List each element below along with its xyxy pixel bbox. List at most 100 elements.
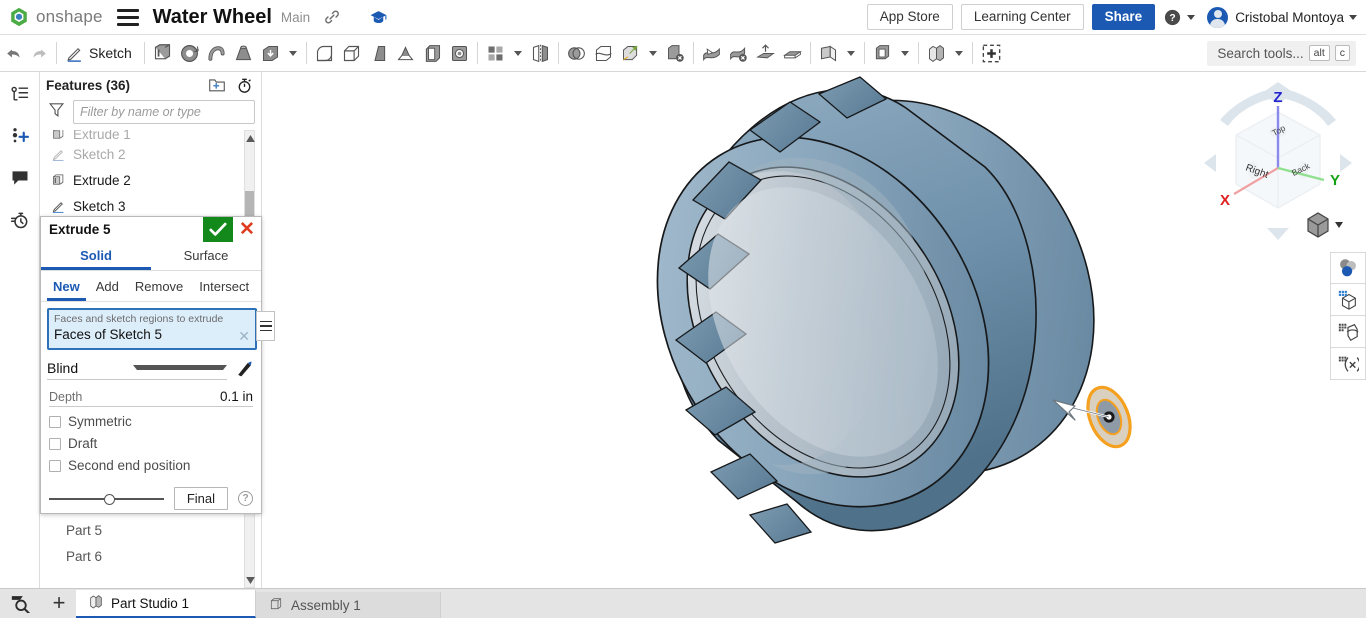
share-button[interactable]: Share [1091, 4, 1156, 30]
feature-list-icon[interactable] [7, 82, 33, 106]
display-state-cube-icon[interactable] [1330, 284, 1366, 316]
checkbox-box [49, 459, 61, 472]
history-icon[interactable] [7, 208, 33, 232]
stopwatch-icon[interactable] [236, 77, 253, 94]
add-tab-button[interactable]: + [42, 588, 76, 618]
tab-solid[interactable]: Solid [41, 242, 151, 270]
draft-checkbox[interactable]: Draft [41, 429, 261, 451]
tree-item-extrude-2[interactable]: Extrude 2 [40, 167, 261, 193]
tab-bar: + Part Studio 1 Assembly 1 [0, 588, 1366, 618]
appearance-spheres-icon[interactable] [1330, 252, 1366, 284]
tab-assembly-1[interactable]: Assembly 1 [256, 592, 441, 618]
insert-reference-icon[interactable] [977, 38, 1006, 68]
selection-list-menu-button[interactable] [256, 311, 275, 341]
revolve-icon[interactable] [176, 38, 203, 68]
op-new[interactable]: New [47, 275, 86, 301]
delete-part-icon[interactable] [662, 38, 689, 68]
tab-search-icon[interactable] [0, 588, 42, 618]
chevron-down-icon[interactable] [284, 50, 302, 56]
end-condition-select[interactable]: Blind [47, 356, 227, 380]
app-store-button[interactable]: App Store [866, 4, 953, 30]
split-icon[interactable] [590, 38, 617, 68]
op-add[interactable]: Add [90, 275, 125, 301]
tree-item-extrude-1[interactable]: Extrude 1 [40, 130, 261, 141]
symmetric-checkbox[interactable]: Symmetric [41, 407, 261, 429]
loft-icon[interactable] [230, 38, 257, 68]
plane-icon[interactable] [815, 38, 842, 68]
second-end-position-checkbox[interactable]: Second end position [41, 451, 261, 473]
dialog-accept-button[interactable] [203, 217, 233, 242]
section-view-icon[interactable] [1330, 316, 1366, 348]
hole-icon[interactable] [446, 38, 473, 68]
user-menu[interactable]: Cristobal Montoya [1203, 6, 1357, 28]
tree-item-sketch-2[interactable]: Sketch 2 [40, 141, 261, 167]
search-tools-input[interactable]: Search tools... alt c [1207, 40, 1356, 66]
part-studio-tab-icon [88, 594, 104, 613]
link-icon[interactable] [323, 8, 341, 26]
add-version-icon[interactable] [7, 124, 33, 148]
op-remove[interactable]: Remove [129, 275, 189, 301]
flip-direction-icon[interactable] [233, 357, 255, 379]
tree-item-part-6[interactable]: Part 6 [40, 543, 261, 569]
filter-funnel-icon[interactable] [48, 101, 65, 123]
chevron-down-icon[interactable] [950, 50, 968, 56]
derive-icon[interactable] [869, 38, 896, 68]
selection-value: Faces of Sketch 5 [54, 327, 163, 342]
fillet-icon[interactable] [311, 38, 338, 68]
draft-icon[interactable] [365, 38, 392, 68]
graphics-viewport[interactable]: Z X Y Top Right Back [263, 72, 1366, 588]
svg-text:?: ? [1170, 13, 1176, 24]
scroll-up-arrow-icon[interactable] [245, 132, 256, 144]
chevron-down-icon[interactable] [509, 50, 527, 56]
onshape-logo-icon[interactable] [8, 6, 30, 28]
view-cube[interactable]: Z X Y Top Right Back [1198, 80, 1358, 255]
transform-icon[interactable] [617, 38, 644, 68]
hamburger-menu-icon[interactable] [116, 8, 139, 26]
question-help-icon[interactable]: ? [238, 491, 253, 506]
thicken-icon[interactable] [257, 38, 284, 68]
chevron-down-icon[interactable] [842, 50, 860, 56]
dialog-cancel-button[interactable]: ✕ [233, 217, 261, 242]
add-folder-icon[interactable] [208, 77, 226, 93]
chevron-down-icon[interactable] [896, 50, 914, 56]
rib-icon[interactable] [392, 38, 419, 68]
move-face-icon[interactable] [698, 38, 725, 68]
learning-center-button[interactable]: Learning Center [960, 4, 1084, 30]
comments-icon[interactable] [7, 166, 33, 190]
symmetric-label: Symmetric [68, 414, 132, 429]
avatar [1207, 6, 1229, 28]
graduation-cap-icon[interactable] [369, 8, 388, 27]
chevron-down-icon[interactable] [644, 50, 662, 56]
extrude-icon[interactable] [149, 38, 176, 68]
tree-item-label: Extrude 2 [73, 172, 131, 188]
help-menu[interactable]: ? [1163, 8, 1196, 27]
sketch-button[interactable]: Sketch [61, 44, 140, 63]
depth-field[interactable]: Depth 0.1 in [49, 389, 253, 407]
axis-y-label: Y [1330, 172, 1340, 189]
shell-icon[interactable] [419, 38, 446, 68]
filter-input[interactable]: Filter by name or type [73, 100, 255, 124]
replace-face-icon[interactable] [752, 38, 779, 68]
tab-part-studio-1[interactable]: Part Studio 1 [76, 590, 256, 618]
tab-surface[interactable]: Surface [151, 242, 261, 270]
tree-item-part-5[interactable]: Part 5 [40, 517, 261, 543]
explode-view-icon[interactable] [1330, 348, 1366, 380]
preview-slider[interactable] [49, 492, 164, 506]
delete-face-icon[interactable] [725, 38, 752, 68]
final-button[interactable]: Final [173, 487, 228, 510]
chamfer-icon[interactable] [338, 38, 365, 68]
op-intersect[interactable]: Intersect [193, 275, 255, 301]
part-studio-icon[interactable] [923, 38, 950, 68]
slider-knob[interactable] [104, 493, 116, 505]
faces-selection-field[interactable]: Faces and sketch regions to extrude Face… [47, 308, 257, 350]
sweep-icon[interactable] [203, 38, 230, 68]
boolean-icon[interactable] [563, 38, 590, 68]
undo-arrow-icon[interactable] [0, 38, 26, 68]
x-clear-icon[interactable]: ✕ [238, 329, 250, 343]
scroll-down-arrow-icon[interactable] [245, 574, 256, 586]
redo-arrow-icon[interactable] [26, 38, 52, 68]
end-condition-row: Blind [41, 350, 261, 380]
mirror-icon[interactable] [527, 38, 554, 68]
pattern-icon[interactable] [482, 38, 509, 68]
enclose-icon[interactable] [779, 38, 806, 68]
